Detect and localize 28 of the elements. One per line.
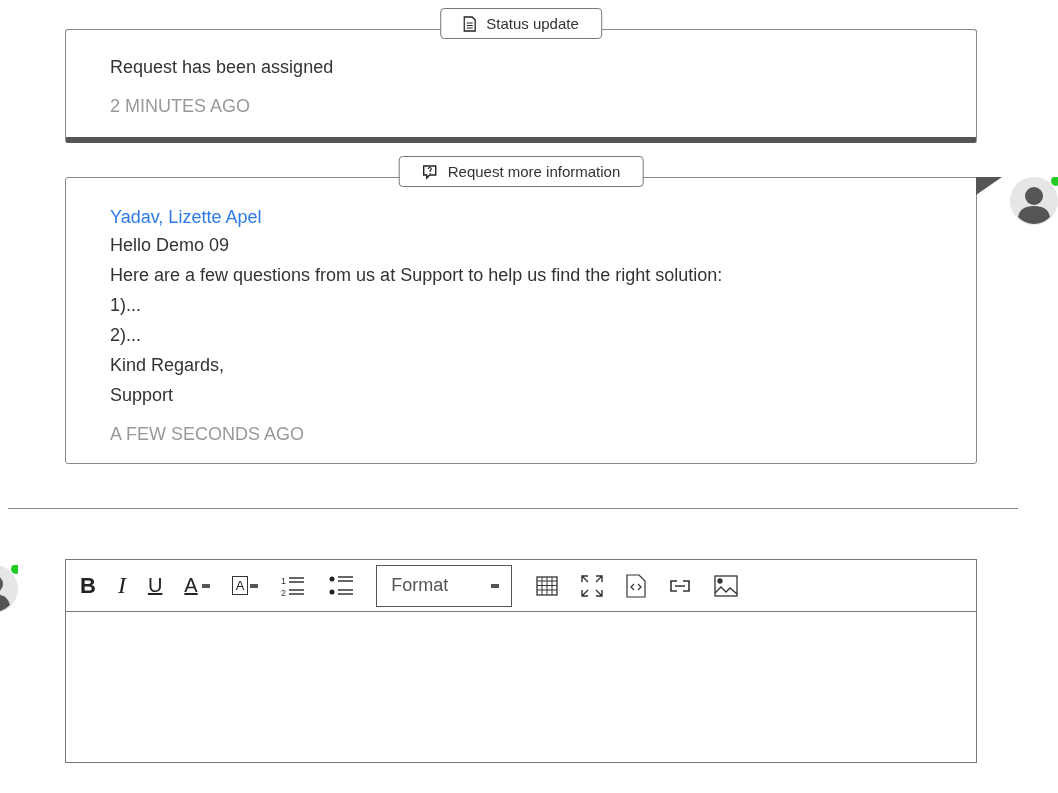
event-type-text: Status update	[486, 15, 579, 32]
fullscreen-icon	[580, 573, 605, 598]
avatar-icon	[0, 565, 18, 613]
message-text: Request has been assigned	[110, 56, 335, 79]
background-color-button[interactable]: A	[231, 569, 259, 602]
message-text: Here are a few questions from us at Support to help us find the right solution:	[110, 264, 724, 287]
italic-button[interactable]: I	[117, 569, 126, 602]
question-bubble-icon	[421, 163, 438, 180]
document-icon	[463, 15, 477, 32]
message-text: Kind Regards,	[110, 354, 226, 377]
source-code-icon	[626, 573, 647, 598]
timestamp: 2 MINUTES AGO	[110, 96, 252, 117]
image-icon	[714, 574, 739, 597]
event-type-text: Request more information	[447, 163, 621, 180]
message-text: Support	[110, 384, 175, 407]
message-text: 1)...	[110, 294, 142, 317]
link-icon	[668, 578, 693, 593]
text-color-button[interactable]: A	[184, 569, 210, 602]
message-text: Hello Demo 09	[110, 234, 231, 257]
avatar-icon	[1010, 177, 1058, 225]
format-dropdown[interactable]: Format	[376, 564, 513, 607]
underline-button[interactable]: U	[147, 569, 163, 602]
author-link[interactable]: Yadav, Lizette Apel	[110, 204, 932, 230]
message-text: 2)...	[110, 324, 142, 347]
bold-button[interactable]: B	[80, 569, 96, 602]
table-icon	[536, 575, 559, 596]
timestamp: A FEW SECONDS AGO	[110, 424, 306, 445]
bubble-tail	[976, 177, 1002, 195]
